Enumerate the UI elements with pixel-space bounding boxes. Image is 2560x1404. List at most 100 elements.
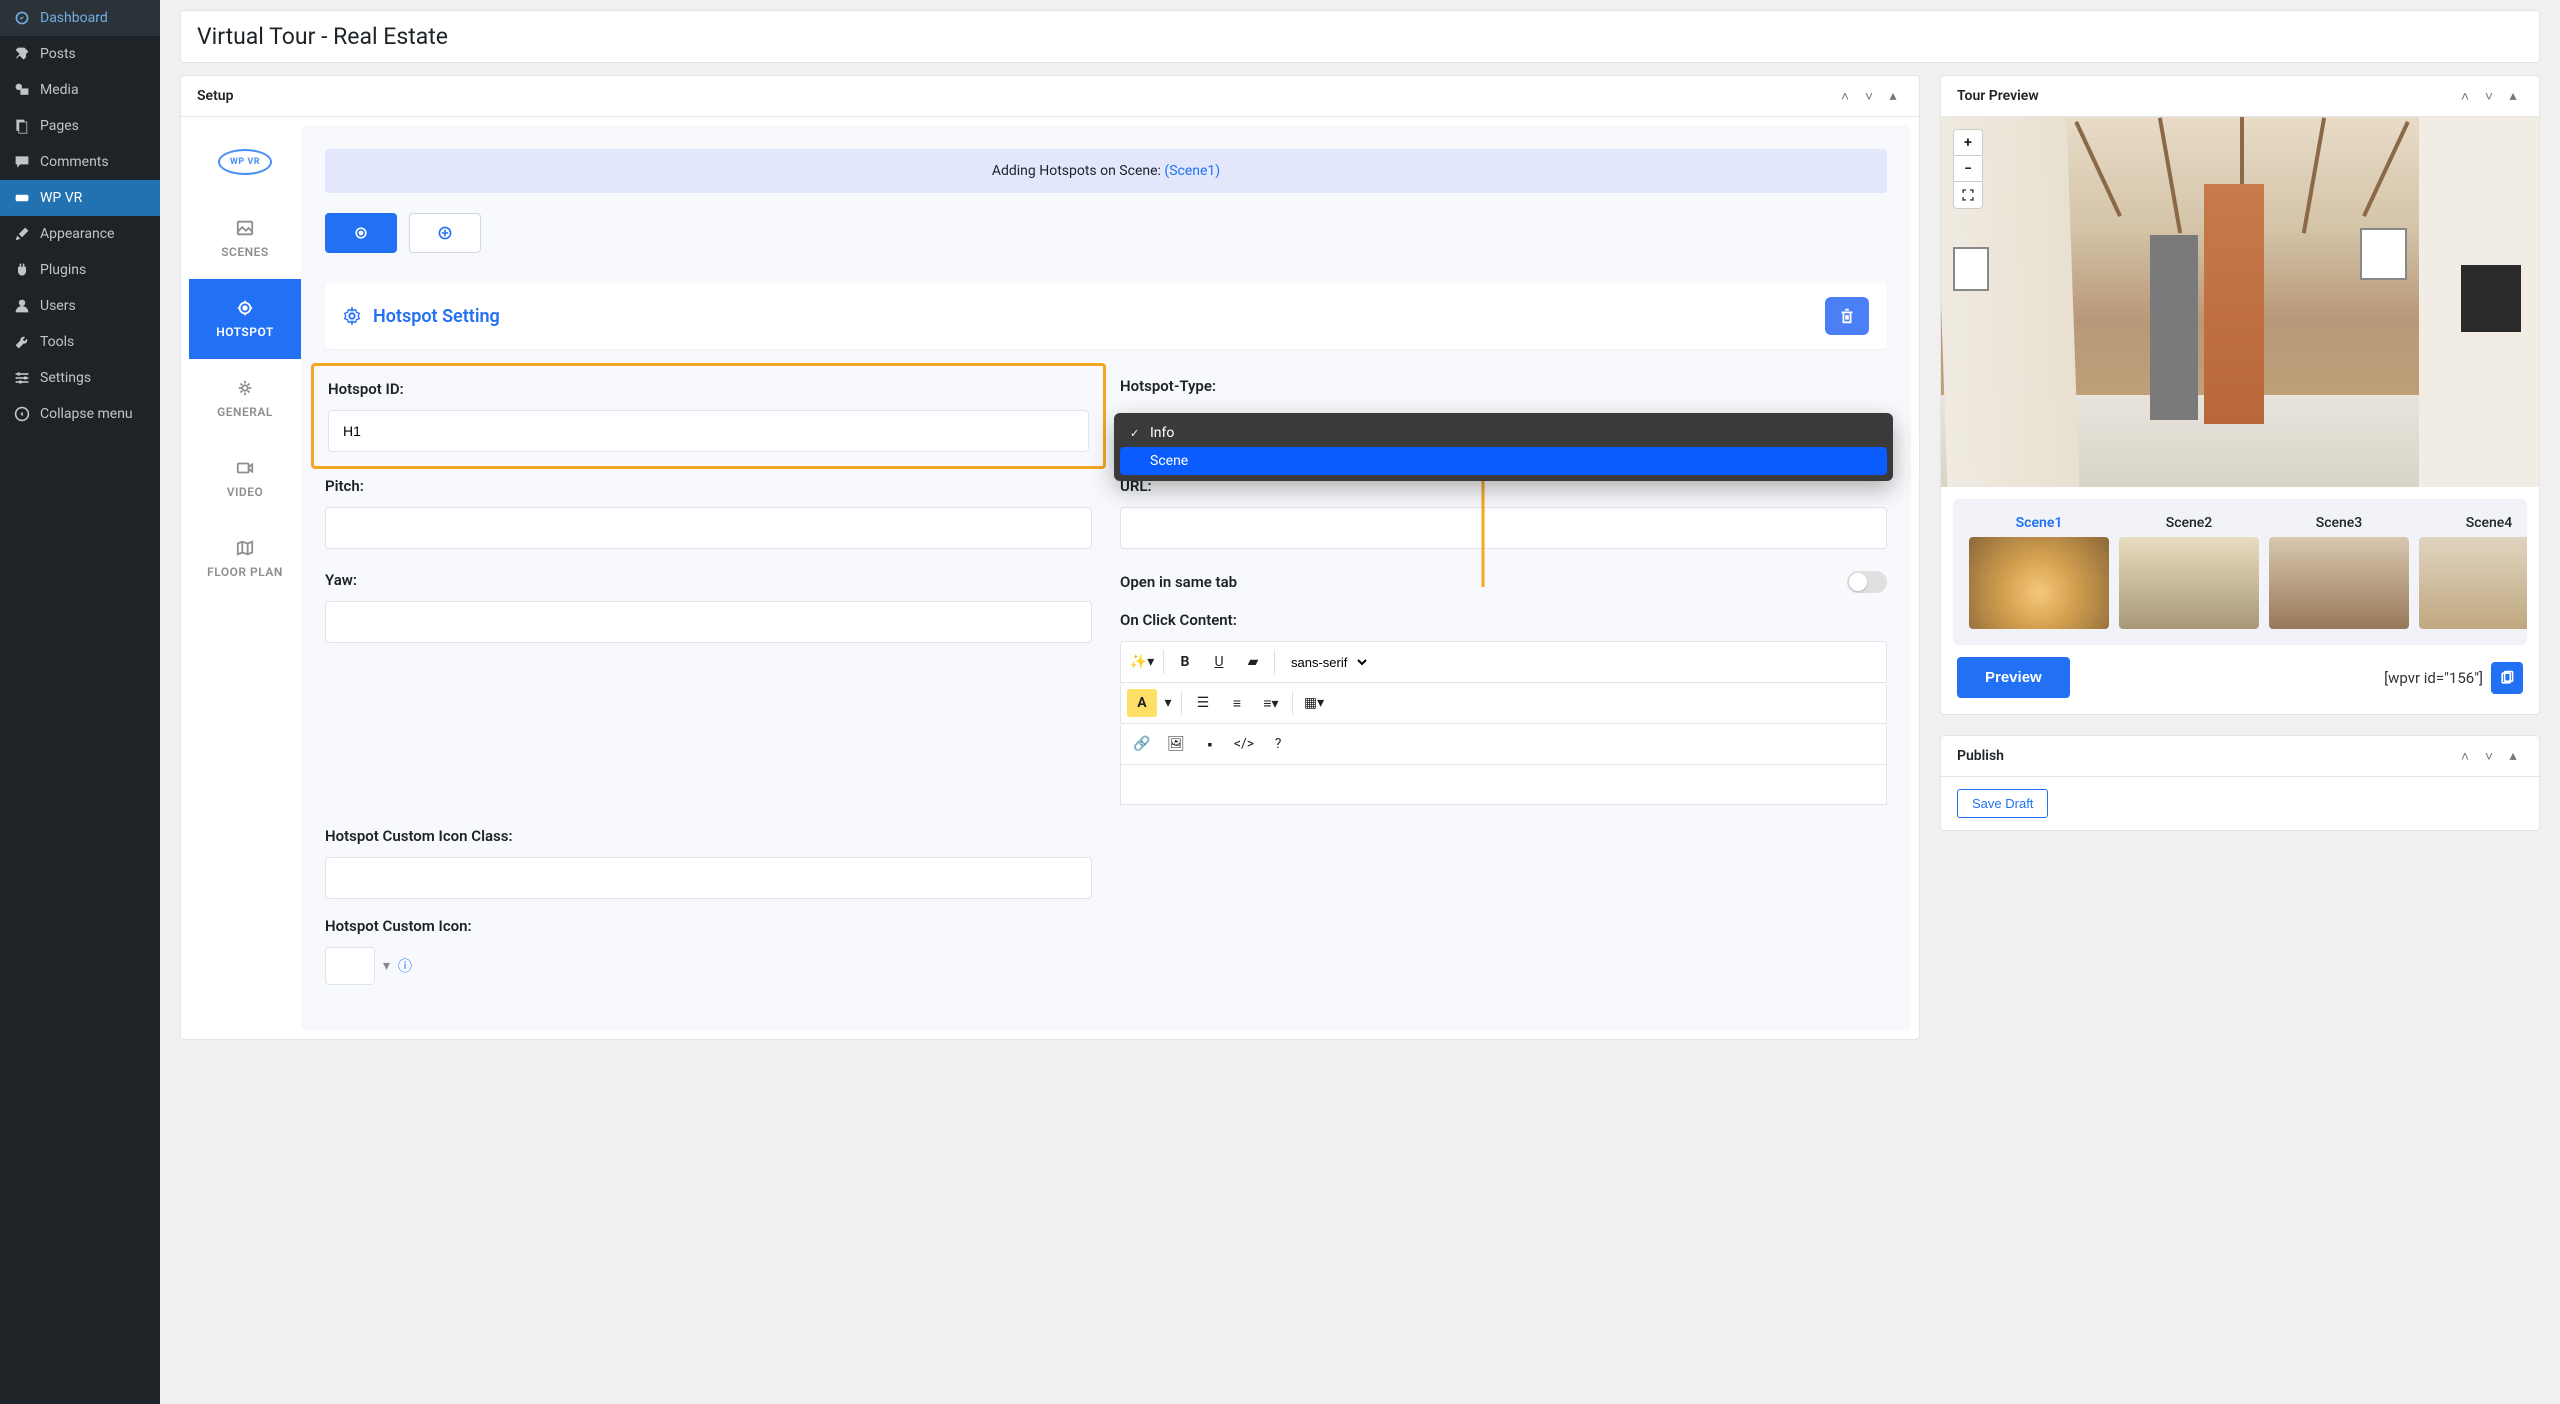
dropdown-option-info[interactable]: ✓ Info: [1120, 419, 1887, 447]
current-hotspot-button[interactable]: [325, 213, 397, 253]
icon-class-label: Hotspot Custom Icon Class:: [325, 827, 1092, 845]
ul-icon[interactable]: ☰: [1188, 689, 1218, 717]
collapse-icon: [12, 404, 32, 424]
yaw-input[interactable]: [325, 601, 1092, 643]
sidebar-item-appearance[interactable]: Appearance: [0, 216, 160, 252]
map-icon: [236, 539, 254, 557]
zoom-in-button[interactable]: +: [1954, 130, 1982, 156]
color-dropdown-icon[interactable]: ▾: [1161, 689, 1175, 717]
bold-icon[interactable]: B: [1170, 648, 1200, 676]
font-color-icon[interactable]: A: [1127, 689, 1157, 717]
option-label: Info: [1150, 425, 1174, 441]
align-icon[interactable]: ≡▾: [1256, 689, 1286, 717]
comments-icon: [12, 152, 32, 172]
scene-viewer[interactable]: + −: [1941, 117, 2539, 487]
sidebar-item-pages[interactable]: Pages: [0, 108, 160, 144]
scene-thumb-4[interactable]: Scene4: [2419, 515, 2527, 629]
pitch-label: Pitch:: [325, 477, 1092, 495]
sidebar-item-label: Plugins: [40, 262, 86, 278]
font-select[interactable]: sans-serif: [1281, 650, 1370, 675]
option-label: Scene: [1150, 453, 1188, 469]
image-insert-icon[interactable]: 🖼: [1161, 730, 1191, 758]
video-insert-icon[interactable]: ▪: [1195, 730, 1225, 758]
tab-general[interactable]: GENERAL: [189, 359, 301, 439]
editor-content[interactable]: [1120, 765, 1887, 805]
panel-up-icon[interactable]: ˄: [2455, 86, 2475, 106]
hotspot-id-label: Hotspot ID:: [328, 380, 1089, 398]
link-icon[interactable]: 🔗: [1127, 730, 1157, 758]
vertical-tabs: WP VR SCENES HOTSPOT: [189, 125, 301, 1031]
panel-up-icon[interactable]: ˄: [2455, 746, 2475, 766]
panel-up-icon[interactable]: ˄: [1835, 86, 1855, 106]
preview-panel-title: Tour Preview: [1957, 88, 2039, 104]
scene-thumb-image: [2269, 537, 2409, 629]
dropdown-option-scene[interactable]: Scene: [1120, 447, 1887, 475]
custom-icon-label: Hotspot Custom Icon:: [325, 917, 1092, 935]
fullscreen-button[interactable]: [1954, 182, 1982, 208]
sidebar-item-dashboard[interactable]: Dashboard: [0, 0, 160, 36]
sidebar-item-label: WP VR: [40, 190, 82, 206]
scene-thumb-3[interactable]: Scene3: [2269, 515, 2409, 629]
icon-picker[interactable]: [325, 947, 375, 985]
sidebar-collapse-label: Collapse menu: [40, 406, 133, 422]
same-tab-toggle[interactable]: [1847, 571, 1887, 593]
magic-icon[interactable]: ✨▾: [1127, 648, 1157, 676]
zoom-out-button[interactable]: −: [1954, 156, 1982, 182]
copy-shortcode-button[interactable]: [2491, 662, 2523, 694]
tab-floor-plan[interactable]: FLOOR PLAN: [189, 519, 301, 599]
hotspot-id-input[interactable]: [328, 410, 1089, 452]
sidebar-item-tools[interactable]: Tools: [0, 324, 160, 360]
panel-down-icon[interactable]: ˅: [2479, 86, 2499, 106]
sidebar-item-posts[interactable]: Posts: [0, 36, 160, 72]
panel-toggle-icon[interactable]: ▴: [2503, 746, 2523, 766]
tools-icon: [12, 332, 32, 352]
publish-panel-title: Publish: [1957, 748, 2004, 764]
scene-thumb-2[interactable]: Scene2: [2119, 515, 2259, 629]
info-icon[interactable]: ⓘ: [398, 956, 412, 976]
sidebar-item-users[interactable]: Users: [0, 288, 160, 324]
panel-toggle-icon[interactable]: ▴: [1883, 86, 1903, 106]
help-icon[interactable]: ?: [1263, 730, 1293, 758]
sidebar-item-comments[interactable]: Comments: [0, 144, 160, 180]
tab-video[interactable]: VIDEO: [189, 439, 301, 519]
icon-class-input[interactable]: [325, 857, 1092, 899]
trash-icon: [1838, 307, 1856, 325]
chevron-down-icon[interactable]: ▾: [383, 958, 390, 974]
panel-down-icon[interactable]: ˅: [2479, 746, 2499, 766]
banner-scene-link[interactable]: (Scene1): [1164, 163, 1220, 179]
scene-thumb-1[interactable]: Scene1: [1969, 515, 2109, 629]
gear-icon: [343, 307, 361, 325]
tab-label: HOTSPOT: [216, 325, 274, 339]
scene-thumb-label: Scene1: [1969, 515, 2109, 531]
zoom-controls: + −: [1953, 129, 1983, 209]
sidebar-item-media[interactable]: Media: [0, 72, 160, 108]
sidebar-item-label: Appearance: [40, 226, 114, 242]
sidebar-item-wpvr[interactable]: WP VR: [0, 180, 160, 216]
onclick-label: On Click Content:: [1120, 611, 1887, 629]
underline-icon[interactable]: U: [1204, 648, 1234, 676]
code-icon[interactable]: </>: [1229, 730, 1259, 758]
hotspot-type-label: Hotspot-Type:: [1120, 377, 1887, 395]
pitch-input[interactable]: [325, 507, 1092, 549]
panel-down-icon[interactable]: ˅: [1859, 86, 1879, 106]
sidebar-item-settings[interactable]: Settings: [0, 360, 160, 396]
wpvr-icon: [12, 188, 32, 208]
save-draft-button[interactable]: Save Draft: [1957, 789, 2048, 818]
scene-thumb-label: Scene4: [2419, 515, 2527, 531]
sidebar-item-plugins[interactable]: Plugins: [0, 252, 160, 288]
delete-hotspot-button[interactable]: [1825, 297, 1869, 335]
ol-icon[interactable]: ≡: [1222, 689, 1252, 717]
sidebar-item-label: Posts: [40, 46, 76, 62]
eraser-icon[interactable]: ▰: [1238, 648, 1268, 676]
main-content: Virtual Tour - Real Estate Setup ˄ ˅ ▴: [160, 0, 2560, 1404]
preview-button[interactable]: Preview: [1957, 657, 2070, 698]
add-hotspot-button[interactable]: [409, 213, 481, 253]
table-icon[interactable]: ▦▾: [1299, 689, 1329, 717]
tab-hotspot[interactable]: HOTSPOT: [189, 279, 301, 359]
sidebar-collapse[interactable]: Collapse menu: [0, 396, 160, 432]
dashboard-icon: [12, 8, 32, 28]
yaw-label: Yaw:: [325, 571, 1092, 589]
url-input[interactable]: [1120, 507, 1887, 549]
panel-toggle-icon[interactable]: ▴: [2503, 86, 2523, 106]
tab-scenes[interactable]: SCENES: [189, 199, 301, 279]
